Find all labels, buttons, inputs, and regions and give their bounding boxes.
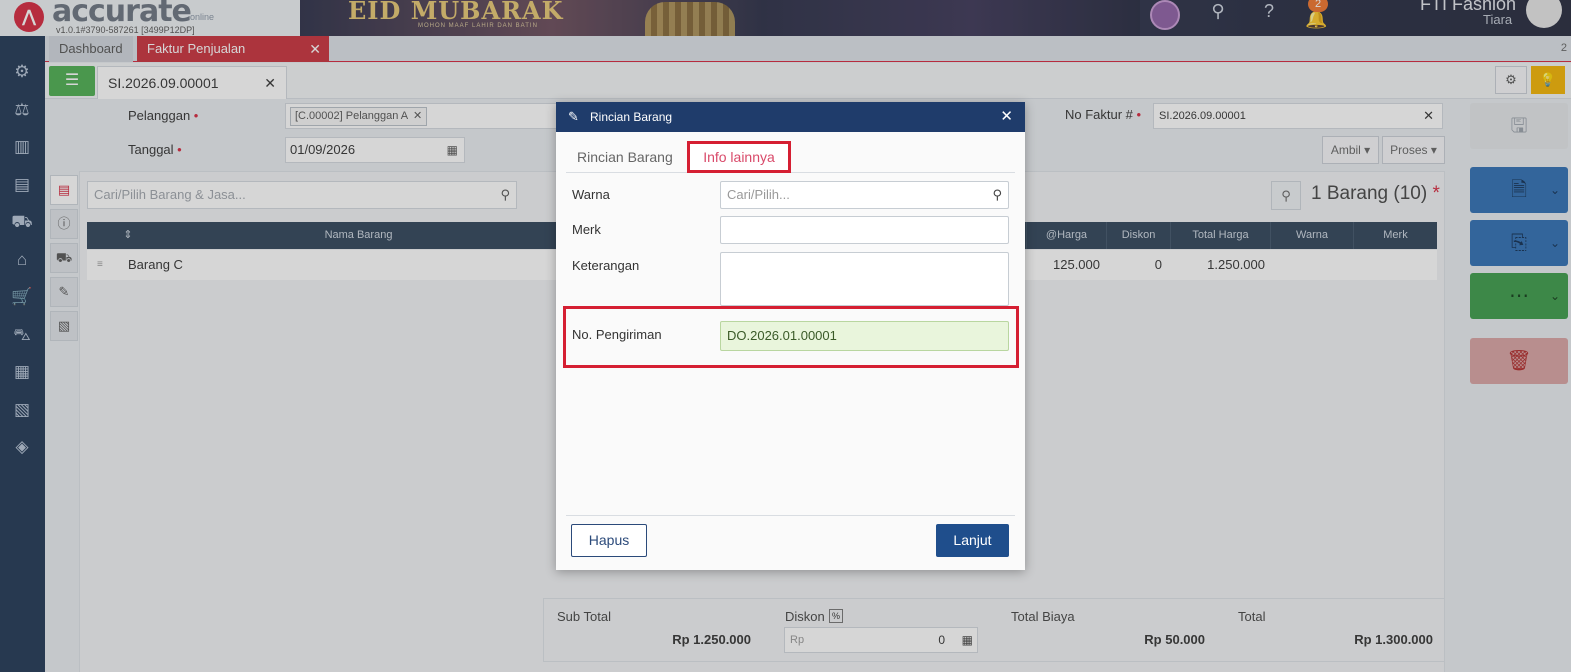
pencil-icon: ✎ <box>568 109 579 124</box>
dialog-title: Rincian Barang <box>590 110 673 124</box>
pengiriman-label: No. Pengiriman <box>572 327 662 342</box>
pengiriman-field: DO.2026.01.00001 <box>720 321 1009 351</box>
hapus-button[interactable]: Hapus <box>571 524 647 557</box>
warna-input[interactable]: Cari/Pilih... ⚲ <box>720 181 1009 209</box>
keterangan-textarea[interactable] <box>720 252 1009 306</box>
tab-rincian-barang[interactable]: Rincian Barang <box>577 140 673 173</box>
search-icon[interactable]: ⚲ <box>992 182 1002 208</box>
merk-input[interactable] <box>720 216 1009 244</box>
close-icon[interactable]: ✕ <box>1000 102 1013 132</box>
keterangan-label: Keterangan <box>572 258 640 273</box>
warna-label: Warna <box>572 187 610 202</box>
merk-label: Merk <box>572 222 601 237</box>
footer-divider <box>566 515 1015 516</box>
lanjut-button[interactable]: Lanjut <box>936 524 1009 557</box>
tab-info-lainnya[interactable]: Info lainnya <box>687 141 791 173</box>
dialog-header: ✎ Rincian Barang ✕ <box>556 102 1025 132</box>
rincian-barang-dialog: ✎ Rincian Barang ✕ Rincian Barang Info l… <box>556 102 1025 570</box>
dialog-tabs: Rincian Barang Info lainnya <box>566 140 1015 173</box>
